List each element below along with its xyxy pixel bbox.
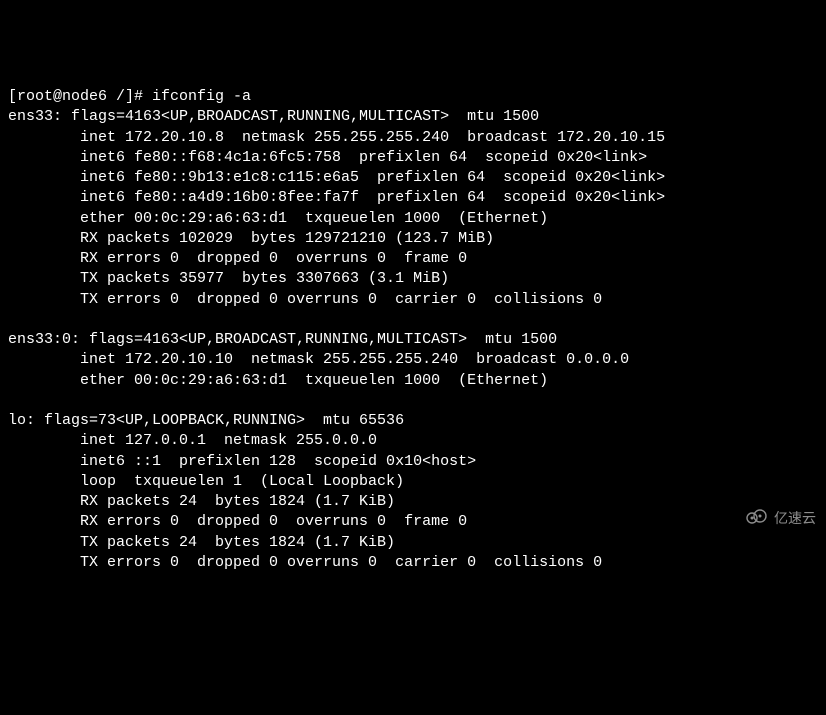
iface-line: inet6 fe80::f68:4c1a:6fc5:758 prefixlen …	[8, 149, 647, 166]
command-text: ifconfig -a	[152, 88, 251, 105]
iface-line: inet6 fe80::a4d9:16b0:8fee:fa7f prefixle…	[8, 189, 665, 206]
iface-line: ether 00:0c:29:a6:63:d1 txqueuelen 1000 …	[8, 372, 548, 389]
iface-line: RX packets 24 bytes 1824 (1.7 KiB)	[8, 493, 395, 510]
iface-header-ens33-0: ens33:0: flags=4163<UP,BROADCAST,RUNNING…	[8, 331, 557, 348]
iface-line: TX packets 35977 bytes 3307663 (3.1 MiB)	[8, 270, 449, 287]
iface-line: ether 00:0c:29:a6:63:d1 txqueuelen 1000 …	[8, 210, 548, 227]
iface-line: RX errors 0 dropped 0 overruns 0 frame 0	[8, 513, 467, 530]
iface-line: TX packets 24 bytes 1824 (1.7 KiB)	[8, 534, 395, 551]
iface-line: RX errors 0 dropped 0 overruns 0 frame 0	[8, 250, 467, 267]
iface-line: loop txqueuelen 1 (Local Loopback)	[8, 473, 404, 490]
iface-header-ens33: ens33: flags=4163<UP,BROADCAST,RUNNING,M…	[8, 108, 539, 125]
iface-line: TX errors 0 dropped 0 overruns 0 carrier…	[8, 554, 602, 571]
iface-line: TX errors 0 dropped 0 overruns 0 carrier…	[8, 291, 602, 308]
iface-line: inet 127.0.0.1 netmask 255.0.0.0	[8, 432, 377, 449]
iface-line: inet6 ::1 prefixlen 128 scopeid 0x10<hos…	[8, 453, 476, 470]
iface-line: inet 172.20.10.8 netmask 255.255.255.240…	[8, 129, 665, 146]
shell-prompt: [root@node6 /]#	[8, 88, 152, 105]
iface-line: inet 172.20.10.10 netmask 255.255.255.24…	[8, 351, 629, 368]
terminal-output[interactable]: [root@node6 /]# ifconfig -a ens33: flags…	[8, 87, 818, 573]
iface-header-lo: lo: flags=73<UP,LOOPBACK,RUNNING> mtu 65…	[8, 412, 404, 429]
iface-line: inet6 fe80::9b13:e1c8:c115:e6a5 prefixle…	[8, 169, 665, 186]
iface-line: RX packets 102029 bytes 129721210 (123.7…	[8, 230, 494, 247]
